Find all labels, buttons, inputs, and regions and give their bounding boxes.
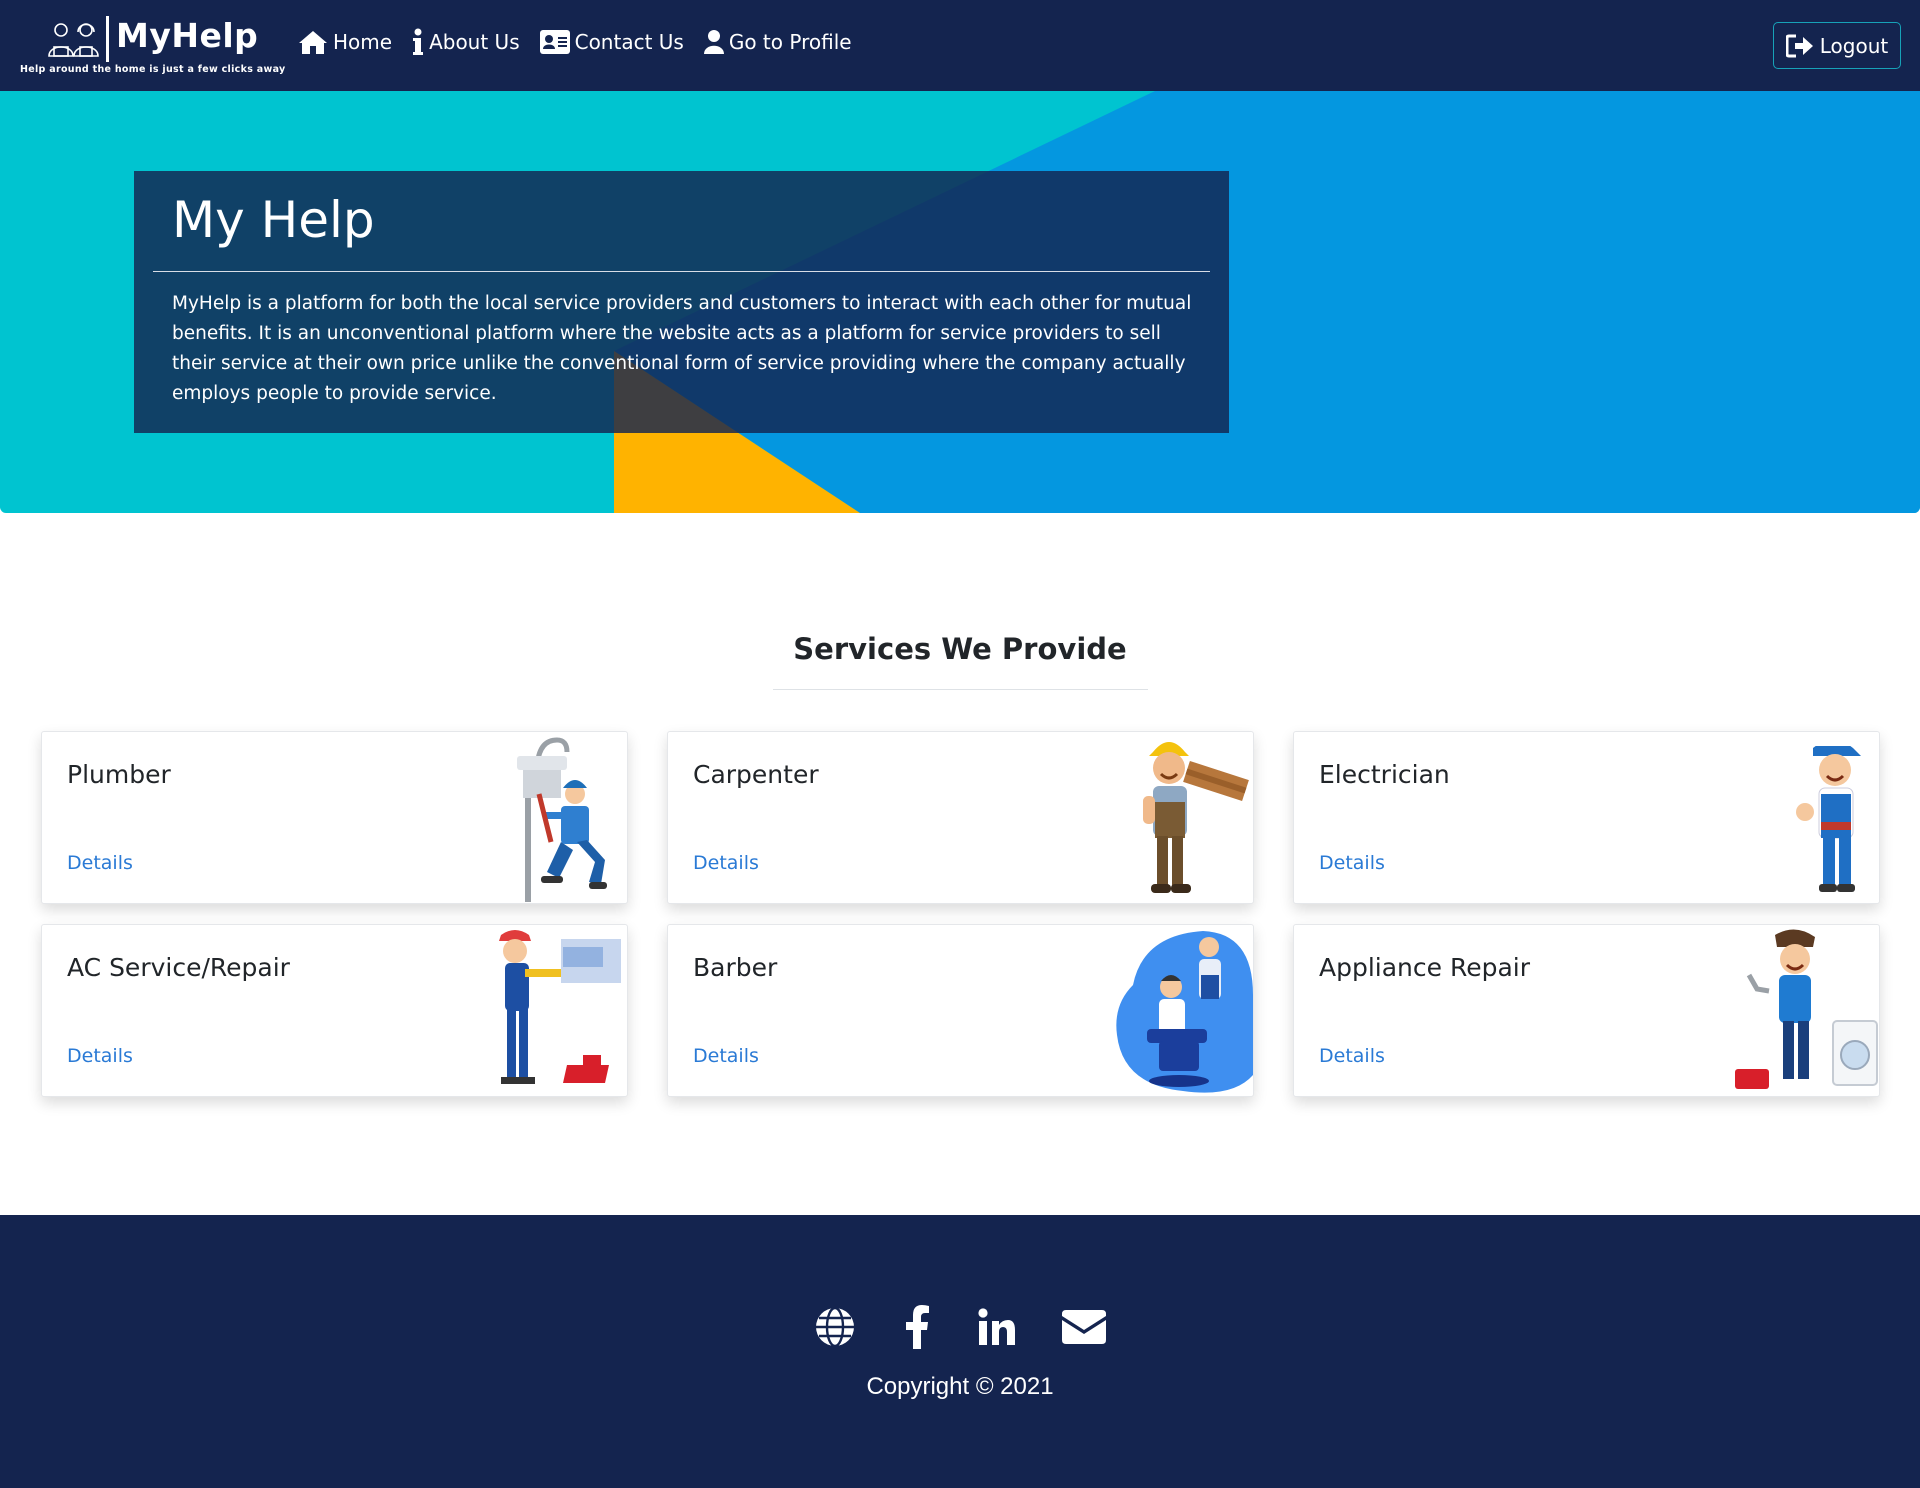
people-logo-icon: [48, 23, 99, 57]
facebook-icon[interactable]: [892, 1302, 942, 1352]
hero-title: My Help: [172, 191, 375, 249]
brand-tagline: Help around the home is just a few click…: [20, 64, 286, 75]
service-card-appliance-repair[interactable]: Appliance Repair Details: [1293, 924, 1880, 1097]
card-title: Barber: [693, 953, 778, 982]
barber-illustration: [1116, 931, 1253, 1093]
info-icon: [413, 28, 424, 55]
globe-icon[interactable]: [810, 1302, 860, 1352]
hero-banner: My Help MyHelp is a platform for both th…: [0, 91, 1920, 513]
linkedin-icon[interactable]: [972, 1302, 1022, 1352]
card-details-link[interactable]: Details: [67, 1045, 133, 1067]
card-details-link[interactable]: Details: [1319, 1045, 1385, 1067]
nav-about[interactable]: About Us: [412, 28, 520, 56]
card-details-link[interactable]: Details: [67, 852, 133, 874]
card-title: AC Service/Repair: [67, 953, 290, 982]
hero-divider: [153, 271, 1210, 272]
plumber-illustration: [517, 737, 607, 902]
card-title: Plumber: [67, 760, 171, 789]
nav-about-label: About Us: [429, 30, 520, 54]
envelope-icon[interactable]: [1059, 1302, 1109, 1352]
nav-contact-label: Contact Us: [574, 30, 684, 54]
brand-logo[interactable]: MyHelp Help around the home is just a fe…: [20, 14, 285, 76]
home-icon: [299, 31, 327, 54]
ac-repair-illustration: [499, 930, 621, 1084]
service-card-ac-repair[interactable]: AC Service/Repair Details: [41, 924, 628, 1097]
service-card-plumber[interactable]: Plumber Details: [41, 731, 628, 904]
brand-name: MyHelp: [116, 16, 259, 55]
appliance-repair-illustration: [1735, 929, 1878, 1089]
brand-divider: [106, 16, 109, 62]
carpenter-illustration: [1143, 742, 1249, 893]
top-navbar: MyHelp Help around the home is just a fe…: [0, 0, 1920, 91]
logout-label: Logout: [1819, 33, 1889, 58]
service-card-carpenter[interactable]: Carpenter Details: [667, 731, 1254, 904]
address-card-icon: [539, 30, 570, 54]
nav-home-label: Home: [333, 30, 393, 54]
nav-profile-label: Go to Profile: [728, 30, 852, 54]
service-card-electrician[interactable]: Electrician Details: [1293, 731, 1880, 904]
service-card-barber[interactable]: Barber Details: [667, 924, 1254, 1097]
nav-links: Home About Us Contact Us Go to Profile: [298, 28, 872, 56]
logout-button[interactable]: Logout: [1773, 22, 1901, 69]
card-details-link[interactable]: Details: [693, 1045, 759, 1067]
card-details-link[interactable]: Details: [1319, 852, 1385, 874]
copyright-text: Copyright © 2021: [866, 1373, 1054, 1400]
hero-content-box: My Help MyHelp is a platform for both th…: [134, 171, 1229, 433]
user-icon: [703, 30, 724, 54]
electrician-illustration: [1796, 740, 1861, 892]
nav-home[interactable]: Home: [298, 28, 392, 56]
sign-out-icon: [1785, 34, 1813, 57]
card-title: Appliance Repair: [1319, 953, 1531, 982]
card-title: Carpenter: [693, 760, 819, 789]
card-title: Electrician: [1319, 760, 1450, 789]
card-details-link[interactable]: Details: [693, 852, 759, 874]
nav-contact[interactable]: Contact Us: [539, 28, 684, 56]
services-heading: Services We Provide: [793, 632, 1127, 666]
nav-profile[interactable]: Go to Profile: [703, 28, 852, 56]
services-divider: [773, 689, 1148, 690]
site-footer: Copyright © 2021: [0, 1215, 1920, 1488]
hero-description: MyHelp is a platform for both the local …: [172, 293, 1192, 404]
